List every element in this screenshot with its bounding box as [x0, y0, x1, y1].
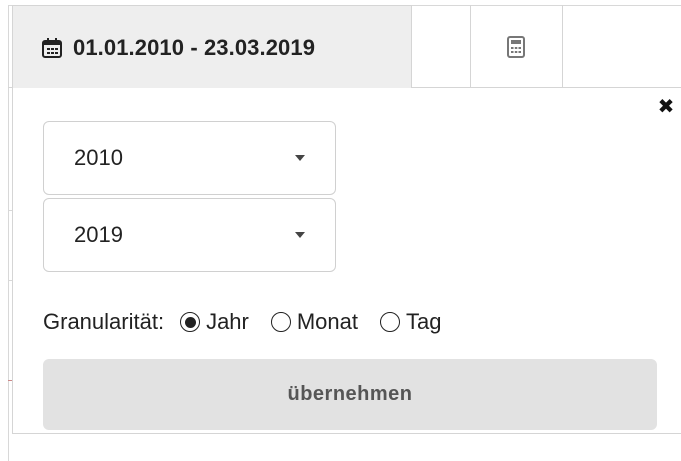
to-year-value: 2019	[74, 222, 123, 247]
close-icon[interactable]: ✖	[656, 97, 676, 117]
calculator-button[interactable]	[470, 5, 562, 89]
chevron-down-icon	[295, 155, 305, 161]
toolbar-divider	[562, 5, 563, 89]
date-range-label: 01.01.2010 - 23.03.2019	[73, 34, 316, 60]
radio-jahr[interactable]	[180, 312, 201, 332]
apply-button[interactable]: übernehmen	[43, 359, 657, 430]
calendar-icon	[42, 37, 62, 58]
granularity-label: Granularität:	[43, 309, 165, 334]
granularity-option-tag[interactable]: Tag	[380, 309, 442, 335]
granularity-option-jahr[interactable]: Jahr	[180, 309, 249, 335]
granularity-group: Granularität: Jahr Monat Tag	[43, 304, 464, 340]
from-year-select[interactable]: 2010	[43, 121, 336, 195]
granularity-option-label: Monat	[296, 309, 359, 334]
radio-tag[interactable]	[380, 312, 401, 332]
from-year-value: 2010	[74, 145, 123, 170]
to-year-select[interactable]: 2019	[43, 198, 336, 272]
granularity-option-label: Jahr	[206, 309, 249, 334]
granularity-option-label: Tag	[406, 309, 442, 334]
calculator-icon	[507, 36, 525, 58]
radio-monat[interactable]	[270, 312, 291, 332]
granularity-option-monat[interactable]: Monat	[270, 309, 359, 335]
date-range-tab[interactable]: 01.01.2010 - 23.03.2019	[12, 5, 412, 89]
chevron-down-icon	[295, 232, 305, 238]
